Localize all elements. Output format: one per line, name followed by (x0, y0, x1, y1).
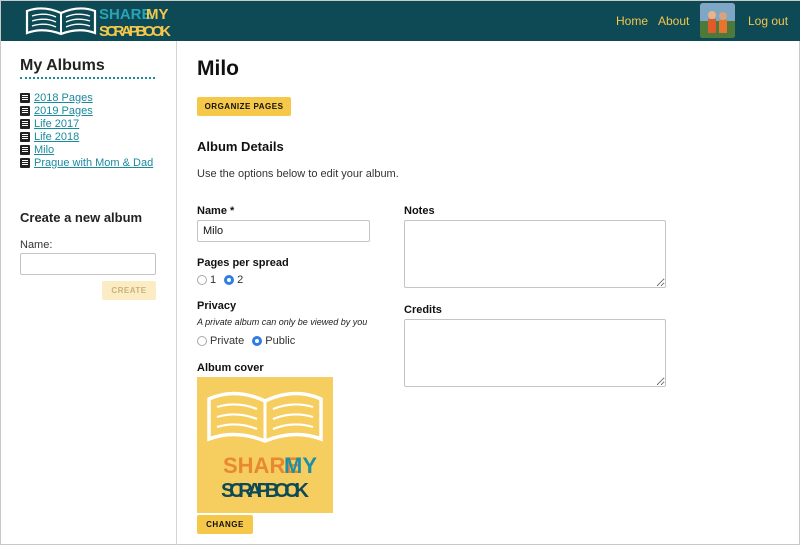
notes-label: Notes (404, 205, 435, 217)
pages-per-spread-radio-group: 1 2 (197, 274, 251, 286)
nav-home-link[interactable]: Home (616, 14, 648, 28)
album-list-item: Milo (20, 143, 153, 156)
avatar-photo-icon (700, 3, 735, 38)
option-label: 2 (237, 274, 244, 286)
option-label: Private (210, 335, 245, 347)
sharemyscrapbook-logo[interactable]: SHARE MY SCRAPBOOK (23, 3, 173, 39)
album-link-2019-pages[interactable]: 2019 Pages (34, 105, 93, 117)
album-list-item: 2018 Pages (20, 91, 153, 104)
create-album-button[interactable]: CREATE (102, 281, 156, 300)
privacy-help-text: A private album can only be viewed by yo… (197, 317, 368, 327)
my-albums-heading: My Albums (20, 57, 155, 79)
album-link-2018-pages[interactable]: 2018 Pages (34, 92, 93, 104)
book-icon (20, 92, 30, 103)
top-nav-bar: SHARE MY SCRAPBOOK Home About Log out (1, 1, 800, 41)
album-list-item: 2019 Pages (20, 104, 153, 117)
credits-label: Credits (404, 304, 442, 316)
album-details-description: Use the options below to edit your album… (197, 168, 399, 180)
book-logo-icon: SHARE MY SCRAPBOOK (207, 391, 323, 502)
nav-logout-link[interactable]: Log out (748, 14, 788, 28)
notes-textarea[interactable] (404, 220, 666, 288)
logo-share-text: SHARE (99, 6, 152, 23)
cover-my-text: MY (284, 453, 317, 478)
logo-scrapbook-text: SCRAPBOOK (99, 23, 171, 39)
book-icon (20, 144, 30, 155)
album-link-life-2017[interactable]: Life 2017 (34, 118, 79, 130)
album-list-item: Life 2018 (20, 130, 153, 143)
album-link-prague[interactable]: Prague with Mom & Dad (34, 157, 153, 169)
sidebar: My Albums 2018 Pages 2019 Pages Life 201… (1, 41, 177, 545)
user-avatar[interactable] (700, 3, 735, 38)
album-name-label: Name * (197, 205, 235, 217)
new-album-name-label: Name: (20, 239, 53, 251)
book-icon (20, 118, 30, 129)
app-frame: SHARE MY SCRAPBOOK Home About Log out My… (0, 0, 800, 545)
album-link-milo[interactable]: Milo (34, 144, 54, 156)
radio-checked-icon[interactable] (224, 275, 235, 285)
album-cover-image: SHARE MY SCRAPBOOK (197, 377, 333, 513)
option-label: Public (265, 335, 296, 347)
create-album-heading: Create a new album (20, 210, 143, 225)
album-name-input[interactable] (197, 220, 370, 242)
radio-unchecked-icon[interactable] (197, 275, 207, 285)
album-list-item: Life 2017 (20, 117, 153, 130)
change-cover-button[interactable]: CHANGE (197, 515, 253, 534)
logo-my-text: MY (146, 6, 169, 23)
privacy-option-public[interactable]: Public (252, 335, 295, 347)
page-title: Milo (197, 57, 239, 80)
pages-per-spread-label: Pages per spread (197, 257, 289, 269)
book-icon (20, 105, 30, 116)
nav-about-link[interactable]: About (658, 14, 689, 28)
album-link-life-2018[interactable]: Life 2018 (34, 131, 79, 143)
album-list: 2018 Pages 2019 Pages Life 2017 Life 201… (20, 91, 153, 169)
pages-per-spread-option-2[interactable]: 2 (224, 274, 243, 286)
book-icon (20, 131, 30, 142)
organize-pages-button[interactable]: ORGANIZE PAGES (197, 97, 291, 116)
privacy-radio-group: Private Public (197, 335, 303, 347)
privacy-option-private[interactable]: Private (197, 335, 244, 347)
album-editor: Milo ORGANIZE PAGES Album Details Use th… (177, 41, 800, 545)
new-album-name-input[interactable] (20, 253, 156, 275)
option-label: 1 (210, 274, 217, 286)
album-cover-label: Album cover (197, 362, 264, 374)
album-list-item: Prague with Mom & Dad (20, 156, 153, 169)
radio-checked-icon[interactable] (252, 336, 263, 346)
credits-textarea[interactable] (404, 319, 666, 387)
pages-per-spread-option-1[interactable]: 1 (197, 274, 216, 286)
privacy-label: Privacy (197, 300, 237, 312)
album-details-heading: Album Details (197, 139, 284, 154)
cover-scrapbook-text: SCRAPBOOK (221, 480, 310, 502)
book-icon (20, 157, 30, 168)
radio-unchecked-icon[interactable] (197, 336, 207, 346)
